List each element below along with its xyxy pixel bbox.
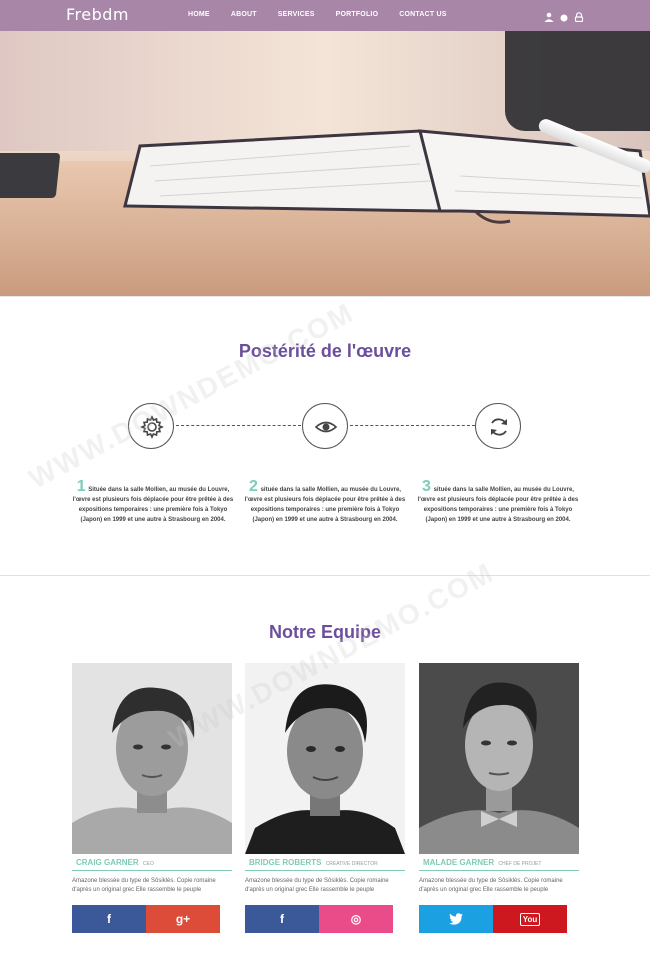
hero-phone xyxy=(0,153,61,198)
member-name: MALADE GARNER xyxy=(423,858,495,867)
team-member-card: BRIDGE ROBERTS CREATIVE DIRECTOR Amazone… xyxy=(245,663,405,933)
youtube-button[interactable]: You xyxy=(493,905,567,933)
google-plus-icon: g+ xyxy=(175,912,191,926)
member-description: Amazone blessée du type de Sôsiklès. Cop… xyxy=(72,878,216,893)
facebook-button[interactable]: f xyxy=(245,905,319,933)
hero-camera xyxy=(505,31,650,131)
youtube-icon: You xyxy=(519,912,541,926)
member-description: Amazone blessée du type de Sôsiklès. Cop… xyxy=(245,878,389,893)
card-divider xyxy=(72,870,232,871)
facebook-icon: f xyxy=(107,912,111,926)
watermark: WWW.DOWNDEMO.COM xyxy=(23,296,360,495)
member-name-row: BRIDGE ROBERTS CREATIVE DIRECTOR xyxy=(245,858,405,867)
member-photo xyxy=(72,663,232,854)
social-buttons: f ◎ xyxy=(245,905,405,933)
top-navbar: Frebdm HOME ABOUT SERVICES PORTFOLIO CON… xyxy=(0,0,650,31)
menu-item-portfolio[interactable]: PORTFOLIO xyxy=(336,11,379,18)
step-number: 1 xyxy=(76,478,86,495)
menu-item-services[interactable]: SERVICES xyxy=(278,11,315,18)
team-member-card: CRAIG GARNER CEO Amazone blessée du type… xyxy=(72,663,232,933)
facebook-icon: f xyxy=(280,912,284,926)
logo-text: Frebdm xyxy=(66,5,130,24)
member-name-row: MALADE GARNER CHEF DE PROJET xyxy=(419,858,579,867)
dribbble-icon: ◎ xyxy=(350,912,362,926)
process-step-3: 3 située dans la salle Mollien, au musée… xyxy=(413,479,583,525)
section-divider xyxy=(0,575,650,576)
step-number: 3 xyxy=(422,478,431,495)
user-icon[interactable] xyxy=(544,9,554,27)
team-title: Notre Equipe xyxy=(268,622,381,642)
process-title: Postérité de l'œuvre xyxy=(238,341,412,361)
member-name: BRIDGE ROBERTS xyxy=(249,858,322,867)
card-divider xyxy=(419,870,579,871)
process-connector xyxy=(176,425,301,426)
twitter-button[interactable] xyxy=(419,905,493,933)
menu-item-about[interactable]: ABOUT xyxy=(231,11,257,18)
card-divider xyxy=(245,870,405,871)
team-member-card: MALADE GARNER CHEF DE PROJET Amazone ble… xyxy=(419,663,579,933)
hero-banner xyxy=(0,31,650,296)
dot-icon[interactable] xyxy=(560,9,568,27)
site-logo[interactable]: Frebdm xyxy=(66,5,129,24)
process-step-1: 1 Située dans la salle Mollien, au musée… xyxy=(68,479,238,525)
google-plus-button[interactable]: g+ xyxy=(146,905,220,933)
eye-icon xyxy=(302,403,348,449)
member-photo xyxy=(245,663,405,854)
step-text: située dans la salle Mollien, au musée d… xyxy=(417,487,579,523)
member-description: Amazone blessée du type de Sôsiklès. Cop… xyxy=(419,878,563,893)
main-menu: HOME ABOUT SERVICES PORTFOLIO CONTACT US xyxy=(188,11,468,18)
member-photo xyxy=(419,663,579,854)
step-number: 2 xyxy=(249,478,258,495)
refresh-icon xyxy=(475,403,521,449)
member-name-row: CRAIG GARNER CEO xyxy=(72,858,232,867)
social-buttons: f g+ xyxy=(72,905,232,933)
step-text: Située dans la salle Mollien, au musée d… xyxy=(72,487,234,523)
step-text: située dans la salle Mollien, au musée d… xyxy=(244,487,406,523)
member-role: CREATIVE DIRECTOR xyxy=(325,861,378,867)
menu-item-home[interactable]: HOME xyxy=(188,11,210,18)
section-divider xyxy=(0,296,650,297)
nav-icons xyxy=(544,9,584,27)
menu-item-contact[interactable]: CONTACT US xyxy=(399,11,446,18)
lock-icon[interactable] xyxy=(574,9,584,27)
facebook-button[interactable]: f xyxy=(72,905,146,933)
process-connector xyxy=(350,425,475,426)
twitter-icon xyxy=(449,913,463,925)
member-role: CHEF DE PROJET xyxy=(498,861,542,867)
social-buttons: You xyxy=(419,905,579,933)
member-name: CRAIG GARNER xyxy=(76,858,139,867)
dribbble-button[interactable]: ◎ xyxy=(319,905,393,933)
gear-icon xyxy=(128,403,174,449)
process-step-2: 2 située dans la salle Mollien, au musée… xyxy=(240,479,410,525)
member-role: CEO xyxy=(142,861,154,867)
